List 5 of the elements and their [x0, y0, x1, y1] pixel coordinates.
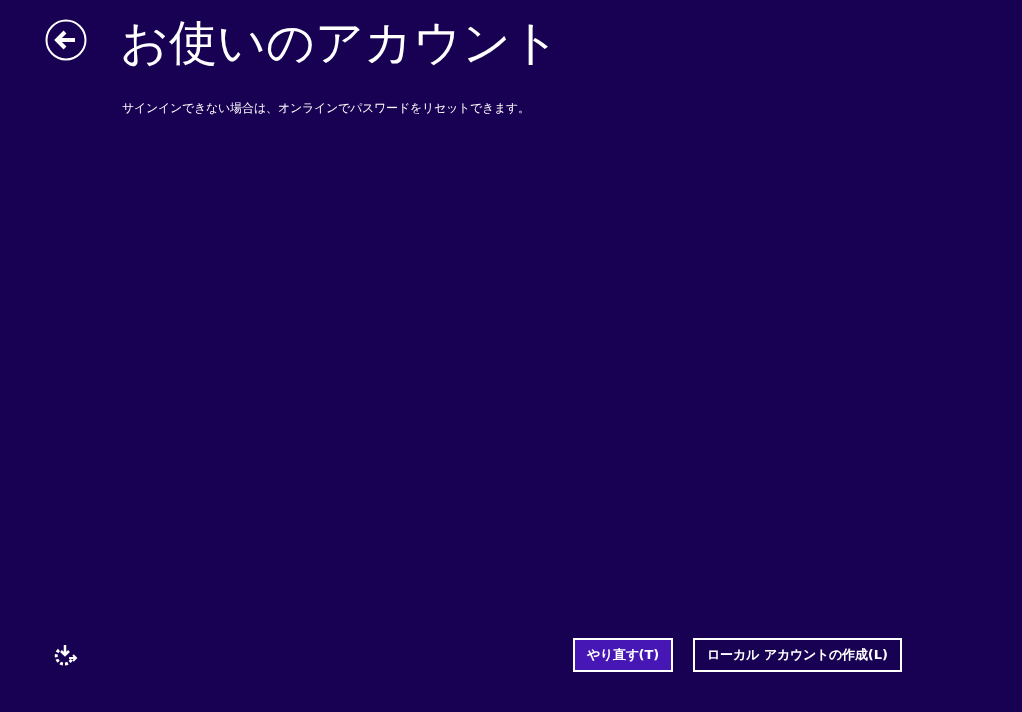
action-button[interactable]: ローカル アカウントの作成(L) [693, 638, 902, 672]
page-title: お使いのアカウント [120, 13, 560, 72]
reset-password-message: サインインできない場合は、オンラインでパスワードをリセットできます。 [122, 100, 531, 117]
ease-of-access-icon[interactable] [52, 642, 78, 668]
action-button[interactable]: やり直す(T) [572, 638, 674, 672]
